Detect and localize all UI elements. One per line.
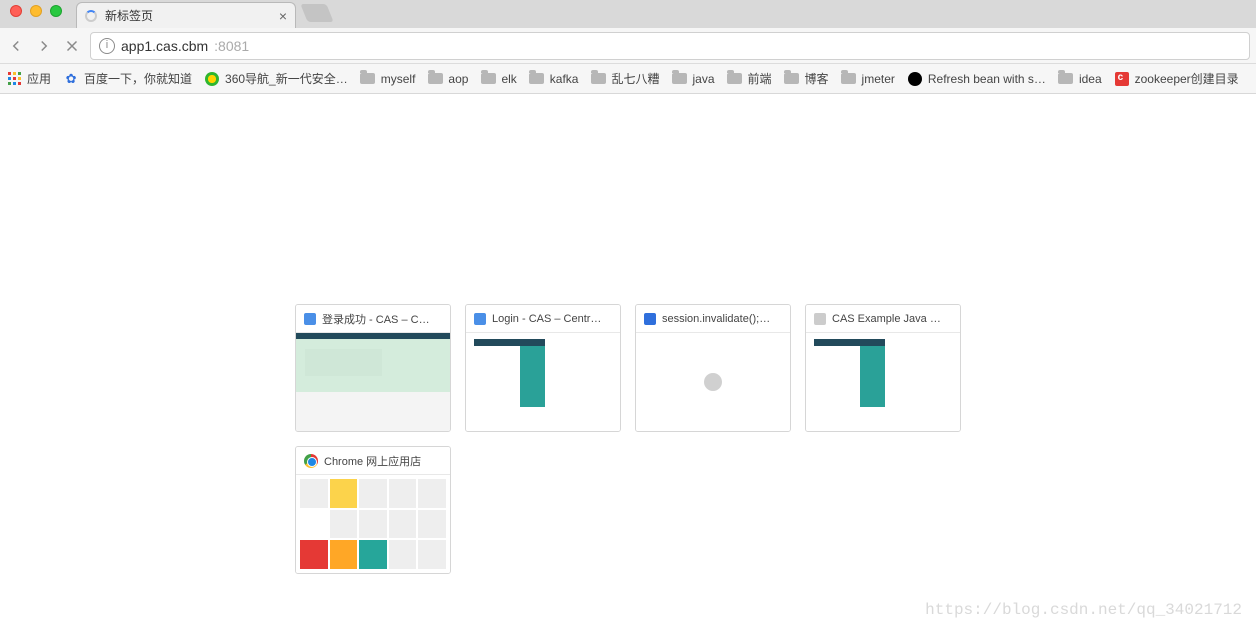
site-favicon-icon	[644, 313, 656, 325]
loading-spinner-icon	[85, 10, 97, 22]
bookmark-label: 乱七八糟	[611, 70, 659, 87]
tile-thumbnail	[296, 333, 450, 431]
bookmark-label: jmeter	[862, 72, 895, 86]
bookmark-item[interactable]: 前端	[727, 70, 772, 87]
bookmark-item[interactable]: kafka	[529, 71, 579, 87]
bookmark-item[interactable]: ✿ 百度一下，你就知道	[63, 70, 192, 87]
back-button[interactable]	[6, 36, 26, 56]
url-host: app1.cas.cbm	[121, 38, 208, 54]
bookmark-label: elk	[501, 72, 516, 86]
bookmark-label: 360导航_新一代安全…	[225, 70, 348, 87]
bookmark-label: 前端	[748, 70, 772, 87]
bookmark-label: 博客	[805, 70, 829, 87]
bookmark-label: zookeeper创建目录	[1135, 70, 1239, 87]
tile-header: Chrome 网上应用店	[296, 447, 450, 475]
folder-icon	[1058, 71, 1074, 87]
most-visited-tile[interactable]: CAS Example Java …	[805, 304, 961, 432]
watermark: https://blog.csdn.net/qq_34021712	[925, 601, 1242, 619]
bookmark-label: java	[692, 72, 714, 86]
folder-icon	[427, 71, 443, 87]
bookmarks-bar: 应用 ✿ 百度一下，你就知道 360导航_新一代安全… myself aop elk kafk…	[0, 64, 1256, 94]
bookmark-item[interactable]: 应用	[6, 70, 51, 87]
bookmark-label: kafka	[550, 72, 579, 86]
bookmark-item[interactable]: 博客	[784, 70, 829, 87]
window-controls	[0, 5, 76, 23]
site-favicon-icon	[474, 313, 486, 325]
tile-thumbnail	[806, 333, 960, 431]
bookmark-item[interactable]: myself	[360, 71, 416, 87]
most-visited-tile[interactable]: session.invalidate();…	[635, 304, 791, 432]
site-info-icon[interactable]: i	[99, 38, 115, 54]
tile-title: 登录成功 - CAS – C…	[322, 311, 442, 327]
tile-header: session.invalidate();…	[636, 305, 790, 333]
bookmark-item[interactable]: 360导航_新一代安全…	[204, 70, 348, 87]
new-tab-page: 登录成功 - CAS – C… Login - CAS – Centr… sessi…	[0, 94, 1256, 629]
minimize-window-button[interactable]	[30, 5, 42, 17]
browser-tab[interactable]: 新标签页 ×	[76, 2, 296, 28]
bookmark-item[interactable]: 乱七八糟	[590, 70, 659, 87]
bookmark-item[interactable]: idea	[1058, 71, 1102, 87]
tile-title: CAS Example Java …	[832, 313, 952, 325]
tile-title: Chrome 网上应用店	[324, 453, 442, 469]
folder-icon	[480, 71, 496, 87]
bookmark-item[interactable]: zookeeper创建目录	[1114, 70, 1239, 87]
folder-icon	[529, 71, 545, 87]
tile-header: CAS Example Java …	[806, 305, 960, 333]
tile-thumbnail	[296, 475, 450, 573]
bookmark-label: aop	[448, 72, 468, 86]
new-tab-button[interactable]	[300, 4, 333, 22]
bookmark-label: idea	[1079, 72, 1102, 86]
bookmark-item[interactable]: elk	[480, 71, 516, 87]
maximize-window-button[interactable]	[50, 5, 62, 17]
folder-icon	[841, 71, 857, 87]
stop-button[interactable]	[62, 36, 82, 56]
most-visited-tile[interactable]: Login - CAS – Centr…	[465, 304, 621, 432]
document-icon	[814, 313, 826, 325]
bookmark-label: 应用	[27, 70, 51, 87]
bookmark-label: 百度一下，你就知道	[84, 70, 192, 87]
close-tab-button[interactable]: ×	[279, 8, 287, 24]
360-icon	[204, 71, 220, 87]
bookmark-label: myself	[381, 72, 416, 86]
bookmark-label: Refresh bean with s…	[928, 72, 1046, 86]
bookmark-item[interactable]: Refresh bean with s…	[907, 71, 1046, 87]
forward-button[interactable]	[34, 36, 54, 56]
site-favicon-icon	[304, 313, 316, 325]
most-visited-tile[interactable]: Chrome 网上应用店	[295, 446, 451, 574]
bookmark-item[interactable]: jmeter	[841, 71, 895, 87]
tab-title: 新标签页	[105, 7, 271, 24]
close-window-button[interactable]	[10, 5, 22, 17]
tile-title: Login - CAS – Centr…	[492, 313, 612, 325]
url-port: :8081	[214, 38, 249, 54]
folder-icon	[360, 71, 376, 87]
most-visited-tiles: 登录成功 - CAS – C… Login - CAS – Centr… sessi…	[295, 304, 961, 574]
tab-strip: 新标签页 ×	[0, 0, 1256, 28]
folder-icon	[590, 71, 606, 87]
bookmark-item[interactable]: aop	[427, 71, 468, 87]
site-icon	[1114, 71, 1130, 87]
tile-title: session.invalidate();…	[662, 313, 782, 325]
address-bar[interactable]: i app1.cas.cbm :8081	[90, 32, 1250, 60]
folder-icon	[671, 71, 687, 87]
tile-thumbnail	[636, 333, 790, 431]
chrome-icon	[304, 454, 318, 468]
github-icon	[907, 71, 923, 87]
toolbar: i app1.cas.cbm :8081	[0, 28, 1256, 64]
baidu-icon: ✿	[63, 71, 79, 87]
folder-icon	[727, 71, 743, 87]
tile-header: Login - CAS – Centr…	[466, 305, 620, 333]
tile-header: 登录成功 - CAS – C…	[296, 305, 450, 333]
apps-icon	[6, 71, 22, 87]
bookmark-item[interactable]: java	[671, 71, 714, 87]
folder-icon	[784, 71, 800, 87]
tile-thumbnail	[466, 333, 620, 431]
most-visited-tile[interactable]: 登录成功 - CAS – C…	[295, 304, 451, 432]
